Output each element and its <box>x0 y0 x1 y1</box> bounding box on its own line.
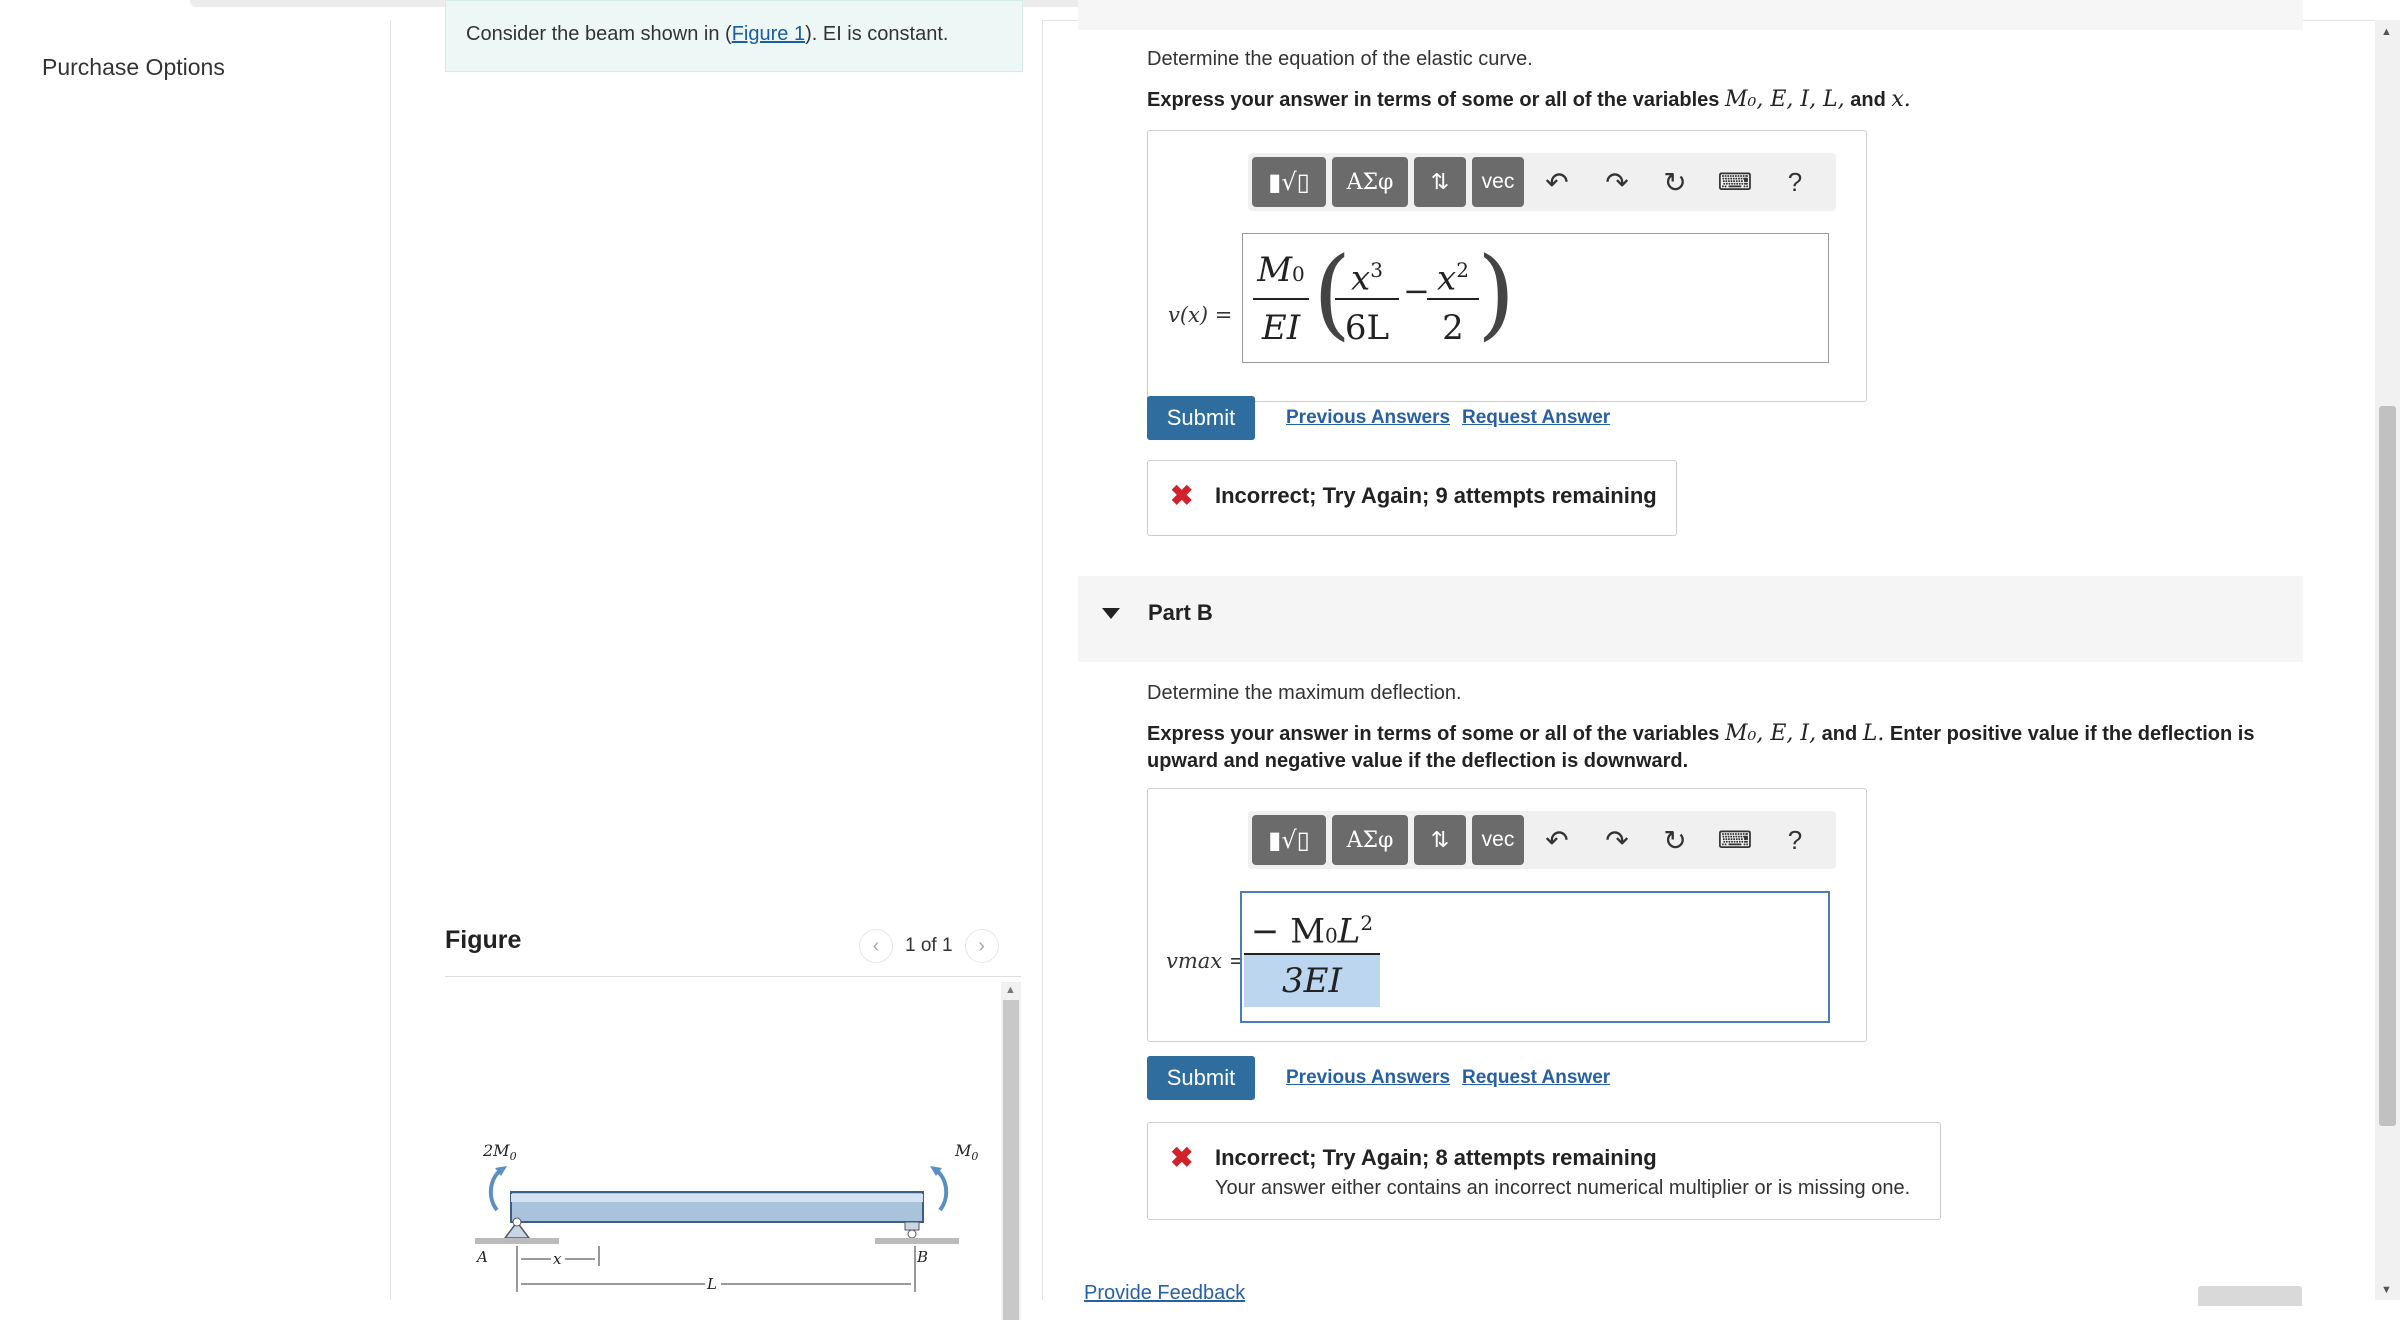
figure-title: Figure <box>445 926 522 954</box>
error-icon: ✖ <box>1170 1142 1194 1173</box>
sidebar-item-purchase-options[interactable]: Purchase Options <box>42 54 225 81</box>
templates-button[interactable]: ▮√▯ <box>1252 157 1326 207</box>
part-a-math-input[interactable]: M0 EI ( x3 6L − x2 2 ) <box>1242 233 1829 363</box>
label-b: B <box>916 1248 928 1266</box>
pager-label: 1 of 1 <box>905 935 953 956</box>
scroll-up-icon[interactable]: ▲ <box>1005 984 1016 996</box>
part-b-previous-answers-link[interactable]: Previous Answers <box>1286 1067 1450 1089</box>
reset-icon[interactable]: ↻ <box>1654 815 1696 865</box>
next-button[interactable] <box>2198 1286 2302 1306</box>
sidebar: Purchase Options <box>0 20 391 1300</box>
problem-statement: Consider the beam shown in (Figure 1). E… <box>445 0 1023 72</box>
left-moment-arrow <box>488 1168 503 1212</box>
problem-text: Consider the beam shown in (Figure 1). E… <box>466 23 949 45</box>
keyboard-icon[interactable]: ⌨ <box>1714 815 1756 865</box>
math-toolbar: ▮√▯ ΑΣφ ⇅ vec ↶ ↷ ↻ ⌨ ? <box>1248 153 1836 211</box>
part-b-request-answer-link[interactable]: Request Answer <box>1462 1067 1610 1089</box>
beam-highlight <box>511 1194 923 1202</box>
redo-icon[interactable]: ↷ <box>1596 157 1638 207</box>
help-icon[interactable]: ? <box>1774 157 1816 207</box>
part-b-math-input[interactable]: − M0L2 3EI <box>1240 891 1830 1023</box>
part-a-label: v(x) = <box>1168 303 1233 327</box>
main-content: Determine the equation of the elastic cu… <box>1043 0 2375 1306</box>
figure-link[interactable]: Figure 1 <box>732 23 805 45</box>
beam-diagram: 2M0 M0 A B x L <box>475 1141 978 1293</box>
arrows-button[interactable]: ⇅ <box>1414 815 1466 865</box>
left-moment-label: 2M0 <box>482 1141 517 1163</box>
error-icon: ✖ <box>1170 480 1194 511</box>
part-b-instructions: Express your answer in terms of some or … <box>1147 721 2255 772</box>
figure-divider <box>445 976 1021 977</box>
term1-fraction: x3 6L <box>1335 242 1399 356</box>
right-moment-arrow <box>934 1168 949 1212</box>
figure-scroll-thumb[interactable] <box>1003 1000 1019 1320</box>
part-a-answer-box: ▮√▯ ΑΣφ ⇅ vec ↶ ↷ ↻ ⌨ ? v(x) = M0 EI ( x… <box>1147 130 1867 402</box>
part-b-title: Part B <box>1148 600 1213 625</box>
ground-b <box>875 1238 959 1244</box>
provide-feedback-link[interactable]: Provide Feedback <box>1084 1282 1245 1305</box>
roller-support-b <box>904 1221 920 1231</box>
selected-denominator[interactable]: 3EI <box>1244 955 1380 1007</box>
greek-button[interactable]: ΑΣφ <box>1332 157 1408 207</box>
figure-panel: Consider the beam shown in (Figure 1). E… <box>391 0 1043 1320</box>
templates-button[interactable]: ▮√▯ <box>1252 815 1326 865</box>
label-a: A <box>475 1248 488 1266</box>
figure-viewport: 2M0 M0 A B x L ▲ <box>445 982 1021 1320</box>
part-a-feedback: ✖ Incorrect; Try Again; 9 attempts remai… <box>1147 460 1677 536</box>
vmax-fraction: − M0L2 3EI <box>1244 893 1380 1007</box>
part-a-band <box>1078 0 2303 30</box>
page-scrollbar[interactable]: ▲ ▼ <box>2375 20 2400 1300</box>
chevron-right-icon[interactable]: › <box>964 929 999 963</box>
reset-icon[interactable]: ↻ <box>1654 157 1696 207</box>
undo-icon[interactable]: ↶ <box>1536 815 1578 865</box>
part-b-header[interactable]: Part B <box>1078 576 2303 662</box>
label-l: L <box>706 1275 717 1293</box>
vec-button[interactable]: vec <box>1472 157 1524 207</box>
label-x: x <box>553 1250 562 1268</box>
part-b-submit-button[interactable]: Submit <box>1147 1056 1255 1100</box>
math-toolbar-b: ▮√▯ ΑΣφ ⇅ vec ↶ ↷ ↻ ⌨ ? <box>1248 811 1836 869</box>
figure-scrollbar[interactable]: ▲ <box>1001 982 1021 1320</box>
scroll-up-icon[interactable]: ▲ <box>2381 26 2392 38</box>
chevron-left-icon[interactable]: ‹ <box>859 929 893 963</box>
redo-icon[interactable]: ↷ <box>1596 815 1638 865</box>
undo-icon[interactable]: ↶ <box>1536 157 1578 207</box>
page-scroll-thumb[interactable] <box>2379 406 2396 1126</box>
part-a-previous-answers-link[interactable]: Previous Answers <box>1286 407 1450 429</box>
part-b-prompt: Determine the maximum deflection. <box>1147 682 1462 704</box>
ground-a <box>475 1238 559 1244</box>
part-a-submit-button[interactable]: Submit <box>1147 396 1255 440</box>
caret-down-icon[interactable] <box>1102 608 1120 619</box>
scroll-down-icon[interactable]: ▼ <box>2381 1284 2392 1296</box>
part-b-feedback: ✖ Incorrect; Try Again; 8 attempts remai… <box>1147 1122 1941 1220</box>
arrows-button[interactable]: ⇅ <box>1414 157 1466 207</box>
right-moment-label: M0 <box>954 1141 978 1163</box>
part-b-feedback-message: Incorrect; Try Again; 8 attempts remaini… <box>1215 1145 1657 1170</box>
part-a-feedback-message: Incorrect; Try Again; 9 attempts remaini… <box>1215 483 1657 508</box>
part-a-prompt: Determine the equation of the elastic cu… <box>1147 48 1533 70</box>
greek-button[interactable]: ΑΣφ <box>1332 815 1408 865</box>
help-icon[interactable]: ? <box>1774 815 1816 865</box>
keyboard-icon[interactable]: ⌨ <box>1714 157 1756 207</box>
part-b-feedback-detail: Your answer either contains an incorrect… <box>1215 1177 1911 1199</box>
part-a-instructions: Express your answer in terms of some or … <box>1147 87 1911 112</box>
part-b-label: vmax = <box>1166 949 1247 973</box>
term2-fraction: x2 2 <box>1427 242 1479 356</box>
part-b-answer-box: ▮√▯ ΑΣφ ⇅ vec ↶ ↷ ↻ ⌨ ? vmax = − M0L2 3E… <box>1147 788 1867 1042</box>
part-a-request-answer-link[interactable]: Request Answer <box>1462 407 1610 429</box>
figure-pager: ‹ 1 of 1 › <box>859 928 999 964</box>
coef-fraction: M0 EI <box>1253 242 1309 356</box>
vec-button[interactable]: vec <box>1472 815 1524 865</box>
